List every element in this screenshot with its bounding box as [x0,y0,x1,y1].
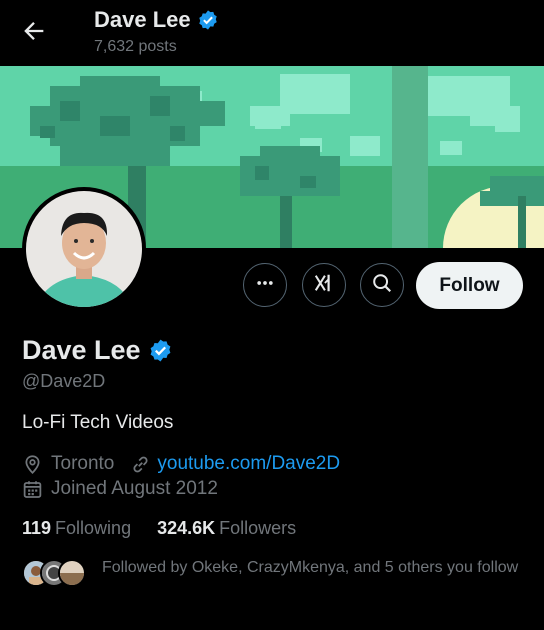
profile-location: Toronto [51,453,115,474]
posts-count: 7,632 posts [94,38,177,55]
profile-name: Dave Lee [22,335,173,366]
location-icon [22,454,43,475]
header-name: Dave Lee [94,7,191,32]
following-label: Following [55,518,132,538]
followers-link[interactable]: 324.6K Followers [157,518,296,539]
following-link[interactable]: 119 Following [22,518,131,539]
followed-by-text: Followed by Okeke, CrazyMkenya, and 5 ot… [102,559,519,576]
followers-you-know-avatars [22,559,92,589]
verified-badge-icon [197,9,219,31]
calendar-icon [22,479,43,500]
following-count: 119 [22,518,52,538]
profile-joined-row: Joined August 2012 [22,478,218,500]
avatar [58,559,86,587]
grok-button[interactable] [302,263,346,307]
link-icon [130,454,151,475]
back-arrow-icon[interactable] [20,17,48,45]
grok-icon [313,272,335,299]
follow-stats: 119 Following 324.6K Followers [22,518,296,539]
verified-badge-icon[interactable] [148,338,173,363]
profile-avatar[interactable] [22,187,146,311]
follow-button[interactable]: Follow [416,262,523,309]
profile-bio: Lo-Fi Tech Videos [22,412,174,433]
followers-count: 324.6K [157,518,216,538]
profile-joined-date: Joined August 2012 [51,478,218,499]
profile-display-name: Dave Lee [22,335,141,365]
profile-handle: @Dave2D [22,371,106,391]
search-icon [371,272,393,299]
followers-label: Followers [219,518,297,538]
profile-website-link[interactable]: youtube.com/Dave2D [157,453,340,475]
more-icon [255,273,275,298]
top-bar: Dave Lee 7,632 posts [0,0,544,66]
search-profile-button[interactable] [360,263,404,307]
header-title: Dave Lee [94,7,219,33]
profile-meta-row: Toronto youtube.com/Dave2D [22,453,340,475]
more-options-button[interactable] [243,263,287,307]
